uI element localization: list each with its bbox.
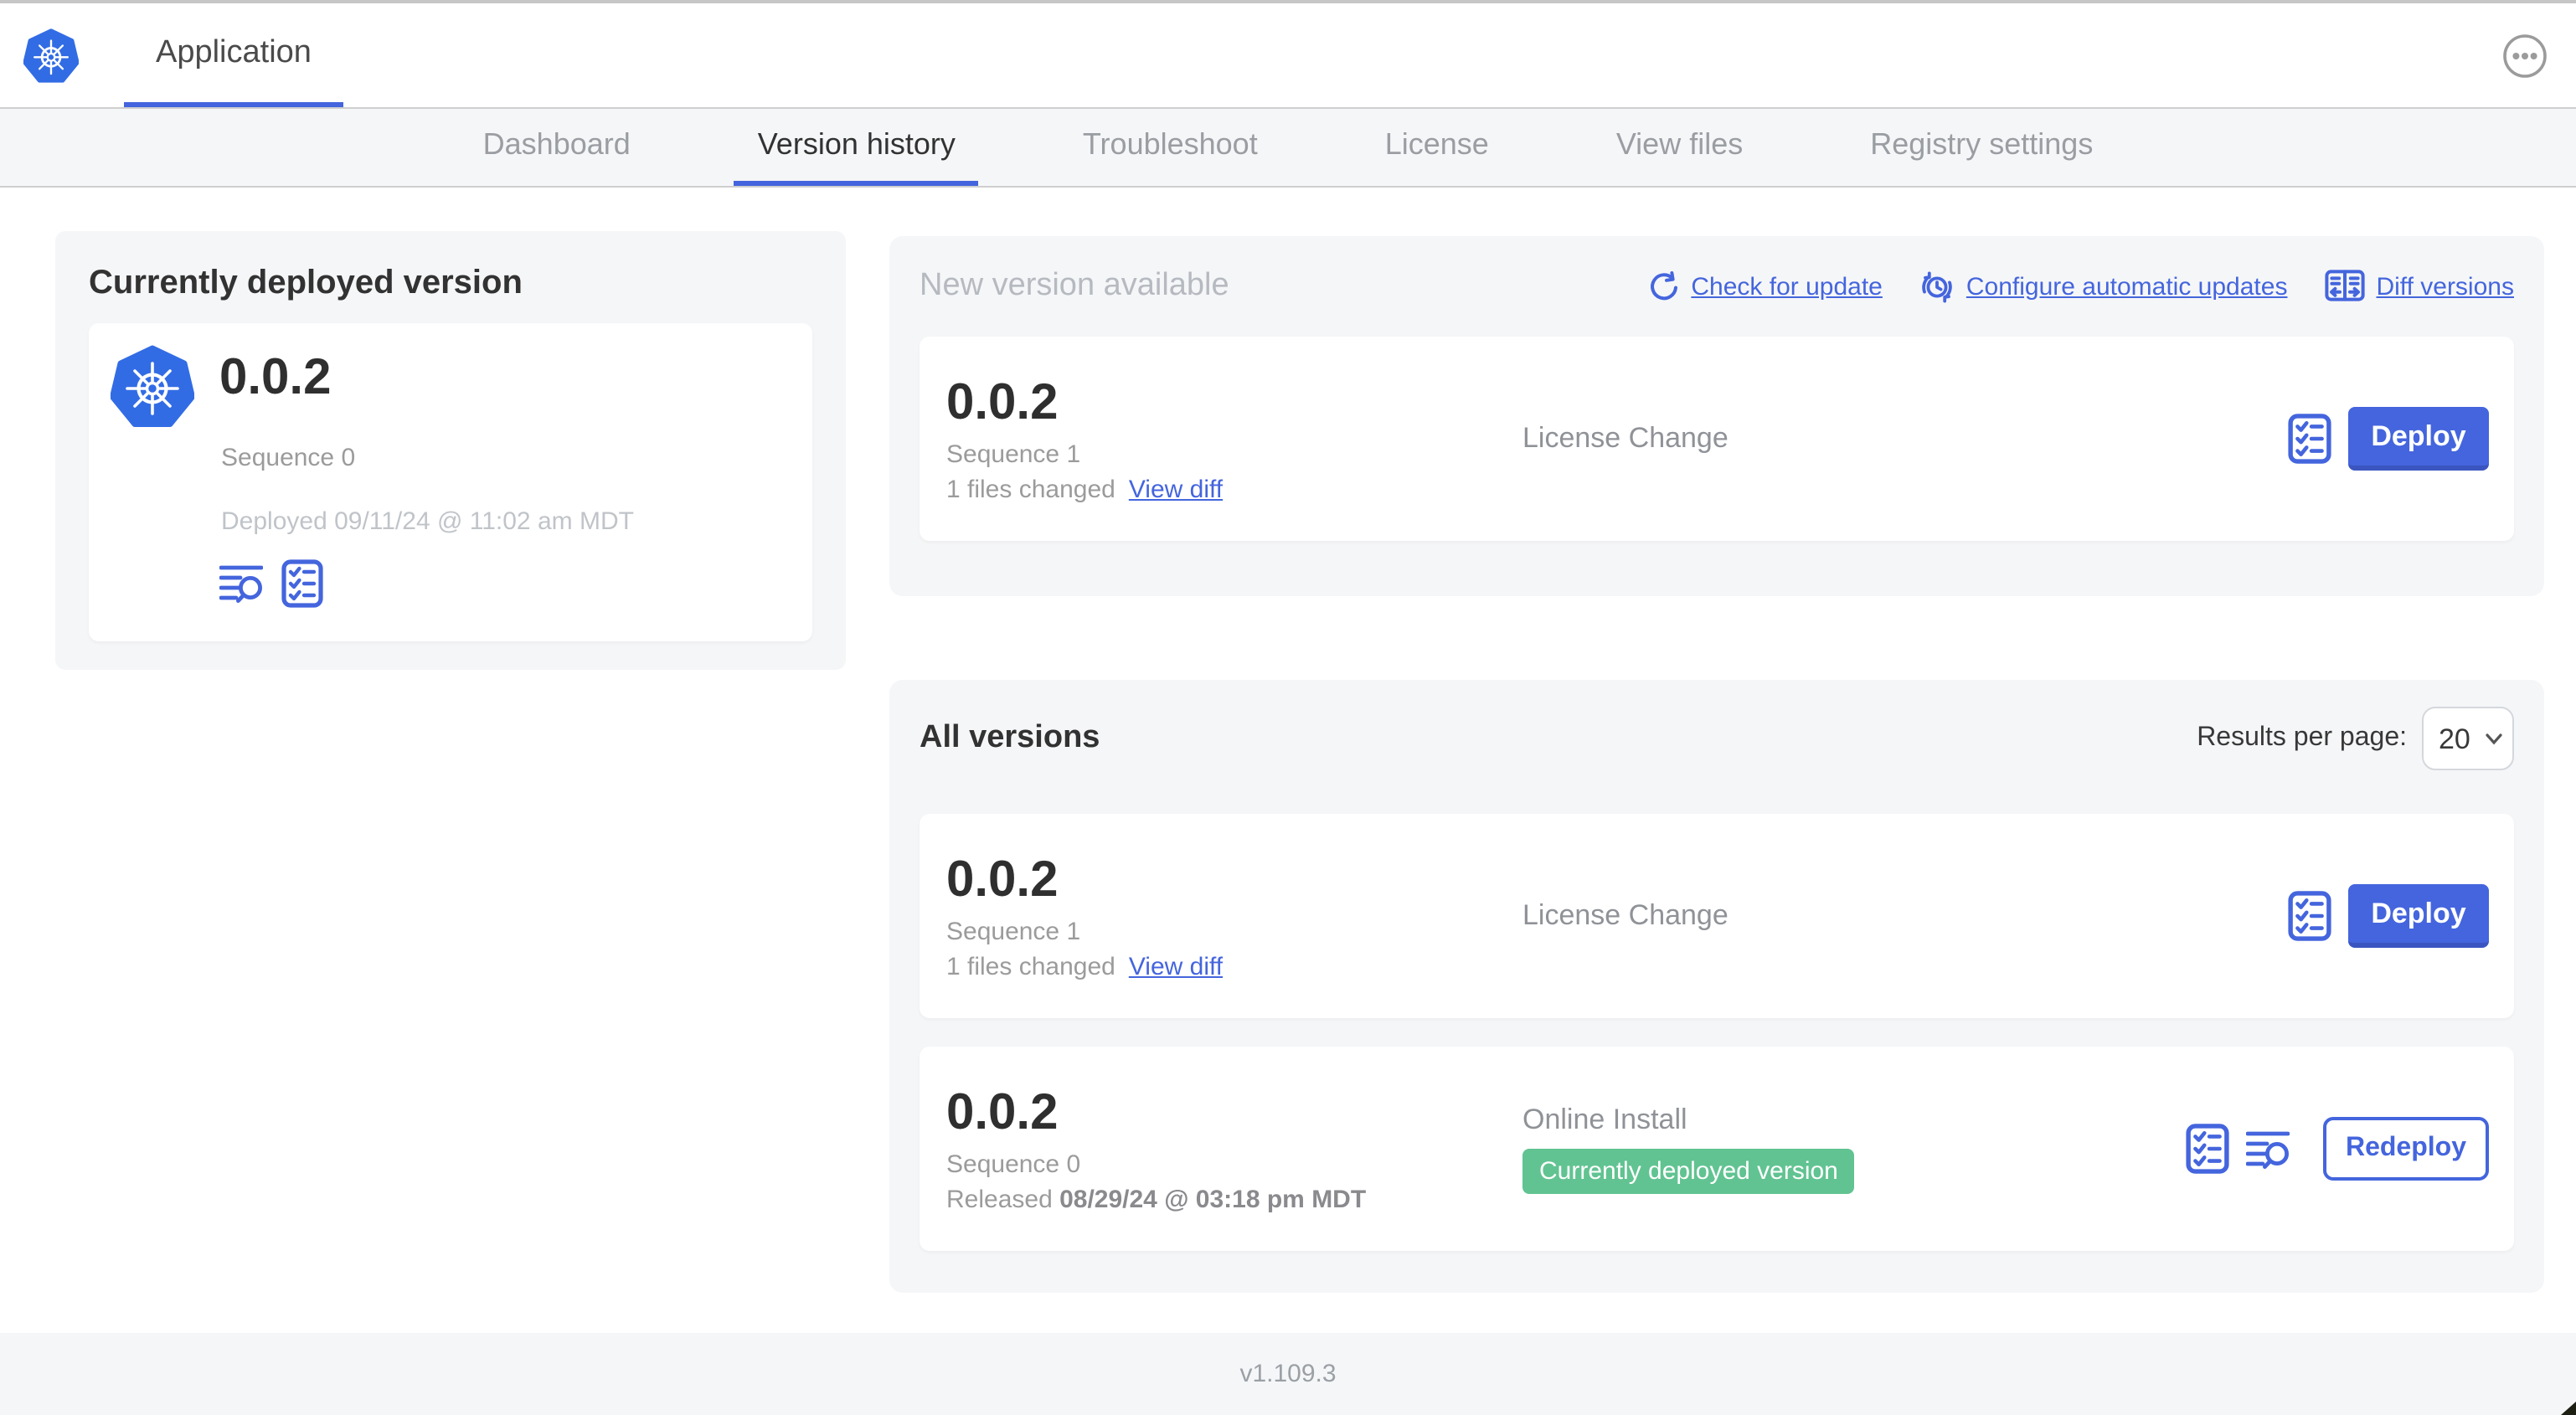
deployed-sequence: Sequence 0: [221, 444, 356, 472]
all-versions-title: All versions: [920, 720, 1100, 755]
app-title: Application: [156, 34, 312, 69]
diff-versions-link[interactable]: Diff versions: [2324, 269, 2514, 304]
app-subnav: Dashboard Version history Troubleshoot L…: [0, 107, 2576, 188]
version-number: 0.0.2: [946, 1084, 1059, 1140]
checklist-icon: [281, 559, 323, 608]
tab-view-files[interactable]: View files: [1593, 109, 1766, 186]
kots-admin-console: Application Dashboard Version history Tr…: [0, 0, 2576, 1415]
version-number: 0.0.2: [946, 852, 1059, 907]
new-version-row: 0.0.2 Sequence 1 1 files changed View dif…: [920, 337, 2514, 541]
version-info: 0.0.2 Sequence 1 1 files changed View dif…: [946, 374, 1522, 503]
version-number: 0.0.2: [946, 374, 1059, 430]
schedule-clock-icon: [1922, 270, 1952, 302]
checklist-icon: [2288, 891, 2331, 941]
ellipsis-icon: [2503, 34, 2547, 78]
preflight-results-button[interactable]: [2186, 1122, 2229, 1176]
tab-troubleshoot[interactable]: Troubleshoot: [1059, 109, 1281, 186]
currently-deployed-title: Currently deployed version: [89, 265, 523, 301]
version-source: Online Install: [1522, 1104, 1687, 1135]
version-source: License Change: [1522, 899, 1728, 931]
more-menu-button[interactable]: [2502, 33, 2548, 79]
logs-icon: [2246, 1130, 2290, 1168]
files-changed: 1 files changed View diff: [946, 952, 1224, 980]
currently-deployed-panel: Currently deployed version 0.0.2 Sequenc…: [55, 231, 846, 670]
footer: v1.109.3: [0, 1333, 2576, 1415]
deployed-version-number: 0.0.2: [219, 350, 332, 405]
version-history-page: Currently deployed version 0.0.2 Sequenc…: [0, 188, 2576, 1333]
currently-deployed-badge: Currently deployed version: [1522, 1149, 1855, 1194]
app-tab-application[interactable]: Application: [124, 3, 343, 107]
results-per-page-select[interactable]: 20: [2422, 707, 2514, 770]
checklist-icon: [2186, 1124, 2229, 1174]
check-for-update-link[interactable]: Check for update: [1647, 270, 1883, 302]
files-changed: 1 files changed View diff: [946, 475, 1224, 503]
tab-registry-settings[interactable]: Registry settings: [1847, 109, 2116, 186]
deploy-button[interactable]: Deploy: [2348, 884, 2489, 948]
refresh-icon: [1650, 270, 1677, 300]
top-bar: Application: [0, 0, 2576, 107]
results-per-page-label: Results per page:: [2197, 723, 2407, 752]
preflight-results-button[interactable]: [281, 559, 323, 608]
version-info: 0.0.2 Sequence 0 Released 08/29/24 @ 03:…: [946, 1084, 1522, 1213]
logs-icon: [219, 565, 263, 603]
deployed-timestamp: Deployed 09/11/24 @ 11:02 am MDT: [221, 507, 634, 536]
deployed-version-card: 0.0.2 Sequence 0 Deployed 09/11/24 @ 11:…: [89, 323, 812, 641]
version-sequence: Sequence 1: [946, 917, 1081, 945]
redeploy-button[interactable]: Redeploy: [2323, 1117, 2489, 1181]
version-row-sequence-0: 0.0.2 Sequence 0 Released 08/29/24 @ 03:…: [920, 1047, 2514, 1251]
configure-automatic-updates-link[interactable]: Configure automatic updates: [1919, 270, 2287, 302]
version-sequence: Sequence 0: [946, 1150, 1081, 1178]
preflight-results-button[interactable]: [2288, 889, 2331, 943]
console-version: v1.109.3: [1239, 1360, 1337, 1388]
view-diff-link[interactable]: View diff: [1129, 952, 1223, 980]
kubernetes-logo-icon: [23, 28, 79, 83]
deploy-button[interactable]: Deploy: [2348, 407, 2489, 471]
new-version-panel: New version available Check for update C…: [889, 236, 2544, 596]
deploy-logs-button[interactable]: [2246, 1128, 2290, 1170]
version-row-sequence-1: 0.0.2 Sequence 1 1 files changed View dif…: [920, 814, 2514, 1018]
checklist-icon: [2288, 414, 2331, 464]
new-version-title: New version available: [920, 268, 1229, 303]
view-diff-link[interactable]: View diff: [1129, 475, 1223, 503]
tab-dashboard[interactable]: Dashboard: [460, 109, 654, 186]
diff-icon: [2324, 269, 2365, 301]
kubernetes-app-icon: [111, 345, 194, 427]
version-source: License Change: [1522, 422, 1728, 454]
tab-license[interactable]: License: [1362, 109, 1512, 186]
version-info: 0.0.2 Sequence 1 1 files changed View dif…: [946, 852, 1522, 980]
version-sequence: Sequence 1: [946, 440, 1081, 468]
all-versions-panel: All versions Results per page: 20 0.0.2 …: [889, 680, 2544, 1293]
screen-corner-artifact: [2561, 1402, 2576, 1415]
released-timestamp: Released 08/29/24 @ 03:18 pm MDT: [946, 1185, 1367, 1213]
deploy-logs-button[interactable]: [219, 559, 263, 608]
tab-version-history[interactable]: Version history: [734, 109, 979, 186]
preflight-results-button[interactable]: [2288, 412, 2331, 466]
